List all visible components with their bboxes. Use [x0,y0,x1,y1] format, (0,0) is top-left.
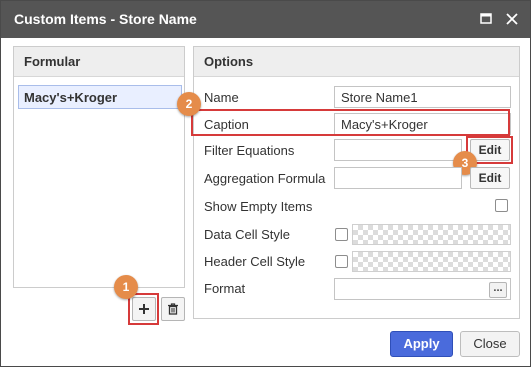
apply-button-label: Apply [403,336,440,351]
formular-panel: Formular Macy's+Kroger [13,46,185,288]
format-browse-button[interactable]: ... [489,282,507,298]
data-cell-style-label: Data Cell Style [204,227,290,242]
step-badge-2: 2 [177,92,201,116]
header-cell-style-label: Header Cell Style [204,254,306,269]
title-bar[interactable]: Custom Items - Store Name [1,1,530,38]
options-panel-header: Options [194,47,519,77]
aggregation-edit-label: Edit [478,171,502,185]
data-cell-style-checkbox[interactable] [335,228,348,241]
filter-equations-input[interactable] [334,139,462,161]
formular-panel-header: Formular [14,47,184,77]
formular-item-label: Macy's+Kroger [24,90,118,105]
format-input[interactable] [334,278,511,300]
aggregation-formula-label: Aggregation Formula [204,171,326,186]
apply-button[interactable]: Apply [390,331,453,357]
close-button-label: Close [473,336,507,351]
format-label: Format [204,281,246,296]
header-cell-style-checkbox[interactable] [335,255,348,268]
step-badge-1: 1 [114,275,138,299]
aggregation-formula-input[interactable] [334,167,462,189]
custom-items-dialog: Custom Items - Store Name Formular Macy'… [0,0,531,367]
format-browse-label: ... [493,282,503,294]
name-input-value: Store Name1 [341,90,418,105]
formular-list-item[interactable]: Macy's+Kroger [18,85,182,109]
show-empty-items-checkbox[interactable] [495,199,508,212]
trash-icon [168,303,178,315]
maximize-icon[interactable] [477,10,495,28]
close-icon[interactable] [503,10,521,28]
name-label: Name [204,90,239,105]
aggregation-edit-button[interactable]: Edit [470,167,510,189]
filter-equations-label: Filter Equations [204,143,295,158]
delete-item-button[interactable] [161,297,185,321]
caption-highlight [191,109,510,136]
dialog-title: Custom Items - Store Name [14,11,197,27]
header-cell-style-picker[interactable] [352,251,511,272]
name-input[interactable]: Store Name1 [334,86,511,108]
formular-header-label: Formular [24,54,81,69]
data-cell-style-picker[interactable] [352,224,511,245]
close-button[interactable]: Close [460,331,520,357]
options-header-label: Options [204,54,254,69]
show-empty-items-label: Show Empty Items [204,199,313,214]
